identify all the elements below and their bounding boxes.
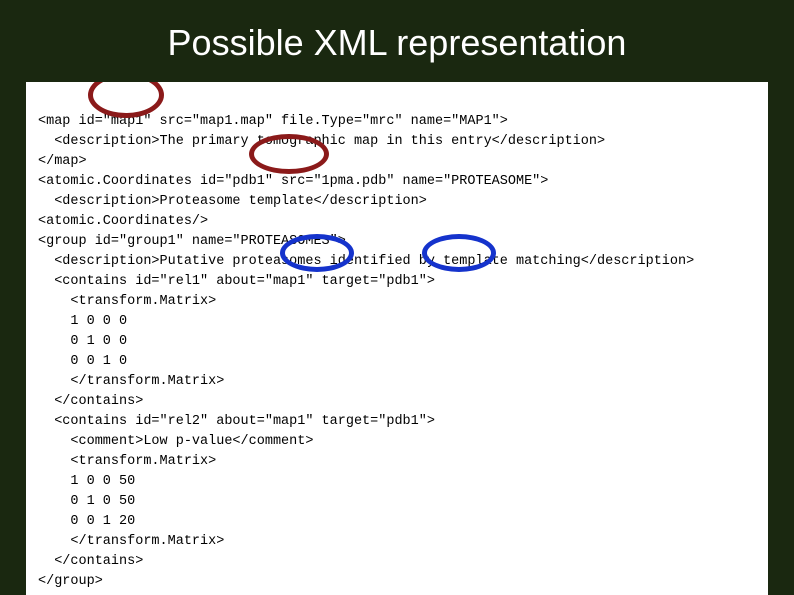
code-line: </group>	[38, 574, 103, 589]
code-line: 0 1 0 50	[38, 494, 135, 509]
code-line: </contains>	[38, 394, 143, 409]
code-line: <description>The primary tomographic map…	[38, 134, 605, 149]
code-line: <atomic.Coordinates id="pdb1" src="1pma.…	[38, 174, 548, 189]
code-line: 0 1 0 0	[38, 334, 127, 349]
code-line: <description>Putative proteasomes identi…	[38, 254, 694, 269]
code-line: </map>	[38, 154, 87, 169]
code-line: 1 0 0 50	[38, 474, 135, 489]
code-line: <contains id="rel1" about="map1" target=…	[38, 274, 435, 289]
highlight-oval-red-map1	[88, 82, 164, 118]
code-line: <group id="group1" name="PROTEASOMES">	[38, 234, 346, 249]
code-line: <transform.Matrix>	[38, 294, 216, 309]
slide: Possible XML representation <map id="map…	[0, 0, 794, 595]
xml-code-block: <map id="map1" src="map1.map" file.Type=…	[26, 82, 768, 595]
code-line: <description>Proteasome template</descri…	[38, 194, 427, 209]
code-line: </contains>	[38, 554, 143, 569]
code-line: </transform.Matrix>	[38, 534, 224, 549]
code-line: 0 0 1 20	[38, 514, 135, 529]
code-line: <atomic.Coordinates/>	[38, 214, 208, 229]
code-line: 0 0 1 0	[38, 354, 127, 369]
code-line: <map id="map1" src="map1.map" file.Type=…	[38, 114, 508, 129]
slide-title: Possible XML representation	[0, 0, 794, 82]
code-line: <comment>Low p-value</comment>	[38, 434, 313, 449]
code-line: </transform.Matrix>	[38, 374, 224, 389]
code-line: <transform.Matrix>	[38, 454, 216, 469]
code-line: <contains id="rel2" about="map1" target=…	[38, 414, 435, 429]
code-line: 1 0 0 0	[38, 314, 127, 329]
